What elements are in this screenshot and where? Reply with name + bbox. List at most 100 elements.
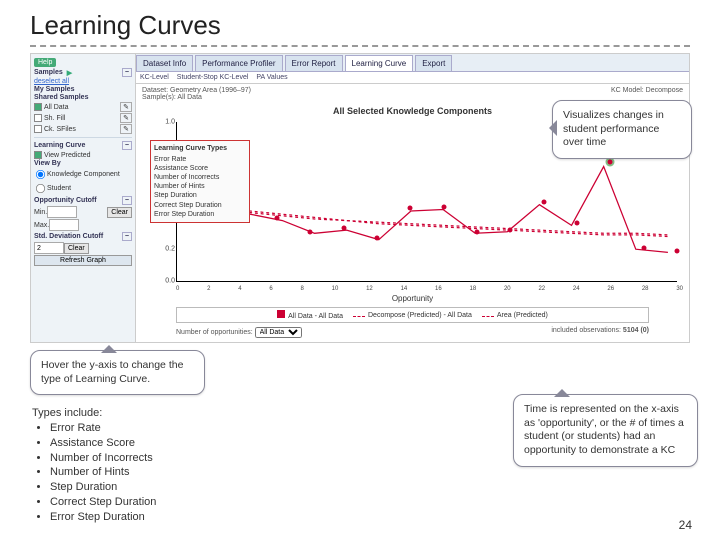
list-item: Error Rate xyxy=(50,421,156,436)
toggle-icon[interactable]: − xyxy=(122,68,132,77)
checkbox-view-predicted[interactable] xyxy=(34,151,42,159)
data-point[interactable] xyxy=(675,249,680,254)
data-point[interactable] xyxy=(275,216,280,221)
my-samples-heading: My Samples xyxy=(34,86,132,93)
page-title: Learning Curves xyxy=(0,0,720,45)
footer-value: 5104 (0) xyxy=(623,327,649,334)
subtabs: KC-Level Student-Stop KC-Level PA Values xyxy=(136,72,689,84)
tab-dataset-info[interactable]: Dataset Info xyxy=(136,55,193,71)
filter-kcmodel[interactable]: KC Model: Decompose xyxy=(611,87,683,101)
deselect-link[interactable]: deselect all xyxy=(34,78,69,85)
legend-item: Decompose (Predicted) - All Data xyxy=(368,312,472,319)
x-axis-label: Opportunity xyxy=(136,294,689,303)
lc-type-item[interactable]: Error Step Duration xyxy=(154,210,246,219)
list-item: Correct Step Duration xyxy=(50,495,156,510)
data-point[interactable] xyxy=(608,160,613,165)
min-label: Min. xyxy=(34,209,47,216)
types-list: Types include: Error Rate Assistance Sco… xyxy=(32,406,156,525)
data-point[interactable] xyxy=(475,229,480,234)
legend-item: Area (Predicted) xyxy=(497,312,548,319)
radio-student-label: Student xyxy=(47,185,71,192)
title-divider xyxy=(30,45,690,47)
checkbox[interactable] xyxy=(34,125,42,133)
lc-heading: Learning Curve xyxy=(34,142,85,149)
lc-type-item[interactable]: Number of Incorrects xyxy=(154,173,246,182)
min-input[interactable] xyxy=(47,206,77,218)
toggle-icon[interactable]: − xyxy=(122,196,132,205)
toggle-icon[interactable]: − xyxy=(122,232,132,241)
data-point[interactable] xyxy=(408,206,413,211)
data-point[interactable] xyxy=(308,229,313,234)
radio-kc[interactable] xyxy=(36,170,45,179)
slide-number: 24 xyxy=(679,518,692,532)
sample-item[interactable]: Sh. Fill xyxy=(44,115,65,122)
checkbox[interactable] xyxy=(34,103,42,111)
callout-left: Hover the y-axis to change the type of L… xyxy=(30,350,205,395)
data-point[interactable] xyxy=(541,199,546,204)
list-item: Number of Hints xyxy=(50,465,156,480)
lc-types-popup[interactable]: Learning Curve Types Error Rate Assistan… xyxy=(150,140,250,223)
edit-icon[interactable]: ✎ xyxy=(120,124,132,134)
data-point[interactable] xyxy=(508,227,513,232)
tab-export[interactable]: Export xyxy=(415,55,452,71)
data-point[interactable] xyxy=(575,221,580,226)
types-intro: Types include: xyxy=(32,406,156,421)
lc-type-item[interactable]: Step Duration xyxy=(154,191,246,200)
edit-icon[interactable]: ✎ xyxy=(120,113,132,123)
tab-performance-profiler[interactable]: Performance Profiler xyxy=(195,55,282,71)
clear-button[interactable]: Clear xyxy=(107,207,132,218)
list-item: Assistance Score xyxy=(50,436,156,451)
data-point[interactable] xyxy=(341,226,346,231)
max-input[interactable] xyxy=(49,219,79,231)
opp-cutoff-label: Opportunity Cutoff xyxy=(34,197,97,204)
refresh-button[interactable]: Refresh Graph xyxy=(34,255,132,266)
footer-dropdown[interactable]: All Data xyxy=(255,327,302,338)
edit-icon[interactable]: ✎ xyxy=(120,102,132,112)
callout-top-right: Visualizes changes in student performanc… xyxy=(552,100,692,159)
legend-item: All Data - All Data xyxy=(288,313,343,320)
data-point[interactable] xyxy=(441,204,446,209)
footer-left-label: Number of opportunities: xyxy=(176,329,253,336)
filter-dataset: Dataset: Geometry Area (1996–97) xyxy=(142,87,251,94)
footer-right-label: included observations: xyxy=(551,327,621,334)
tab-error-report[interactable]: Error Report xyxy=(285,55,343,71)
subtab[interactable]: Student-Stop KC-Level xyxy=(177,74,249,81)
list-item: Error Step Duration xyxy=(50,510,156,525)
radio-kc-label: Knowledge Component xyxy=(47,171,120,178)
list-item: Step Duration xyxy=(50,480,156,495)
toggle-icon[interactable]: − xyxy=(122,141,132,150)
legend: All Data - All Data Decompose (Predicted… xyxy=(176,307,649,323)
max-label: Max. xyxy=(34,222,49,229)
x-ticks: 024681012141618202224262830 xyxy=(176,286,683,292)
std-cutoff-label: Std. Deviation Cutoff xyxy=(34,233,103,240)
subtab[interactable]: PA Values xyxy=(256,74,287,81)
shared-samples-heading: Shared Samples xyxy=(34,94,132,101)
sample-item[interactable]: Ck. SFiles xyxy=(44,126,76,133)
subtab[interactable]: KC-Level xyxy=(140,74,169,81)
lc-type-item[interactable]: Correct Step Duration xyxy=(154,201,246,210)
screenshot-panel: Help Samples ▶− deselect all My Samples … xyxy=(30,53,690,343)
data-point[interactable] xyxy=(375,236,380,241)
list-item: Number of Incorrects xyxy=(50,451,156,466)
lc-type-item[interactable]: Error Rate xyxy=(154,155,246,164)
tabs: Dataset Info Performance Profiler Error … xyxy=(136,54,689,72)
sample-all-data[interactable]: All Data xyxy=(44,104,69,111)
lc-types-heading: Learning Curve Types xyxy=(154,144,246,153)
view-predicted-label: View Predicted xyxy=(44,152,91,159)
filter-sample: Sample(s): All Data xyxy=(142,94,251,101)
checkbox[interactable] xyxy=(34,114,42,122)
sidebar: Help Samples ▶− deselect all My Samples … xyxy=(31,54,136,342)
help-button[interactable]: Help xyxy=(34,58,56,67)
tab-learning-curve[interactable]: Learning Curve xyxy=(345,55,414,71)
data-point[interactable] xyxy=(641,246,646,251)
clear-button[interactable]: Clear xyxy=(64,243,89,254)
view-by-label: View By xyxy=(34,160,132,167)
callout-bottom-right: Time is represented on the x-axis as 'op… xyxy=(513,394,698,467)
main-panel: Dataset Info Performance Profiler Error … xyxy=(136,54,689,342)
radio-student[interactable] xyxy=(36,184,45,193)
lc-type-item[interactable]: Assistance Score xyxy=(154,164,246,173)
lc-type-item[interactable]: Number of Hints xyxy=(154,182,246,191)
samples-heading: Samples xyxy=(34,69,63,76)
chart-footer: Number of opportunities: All Data includ… xyxy=(136,325,689,342)
std-input[interactable] xyxy=(34,242,64,254)
